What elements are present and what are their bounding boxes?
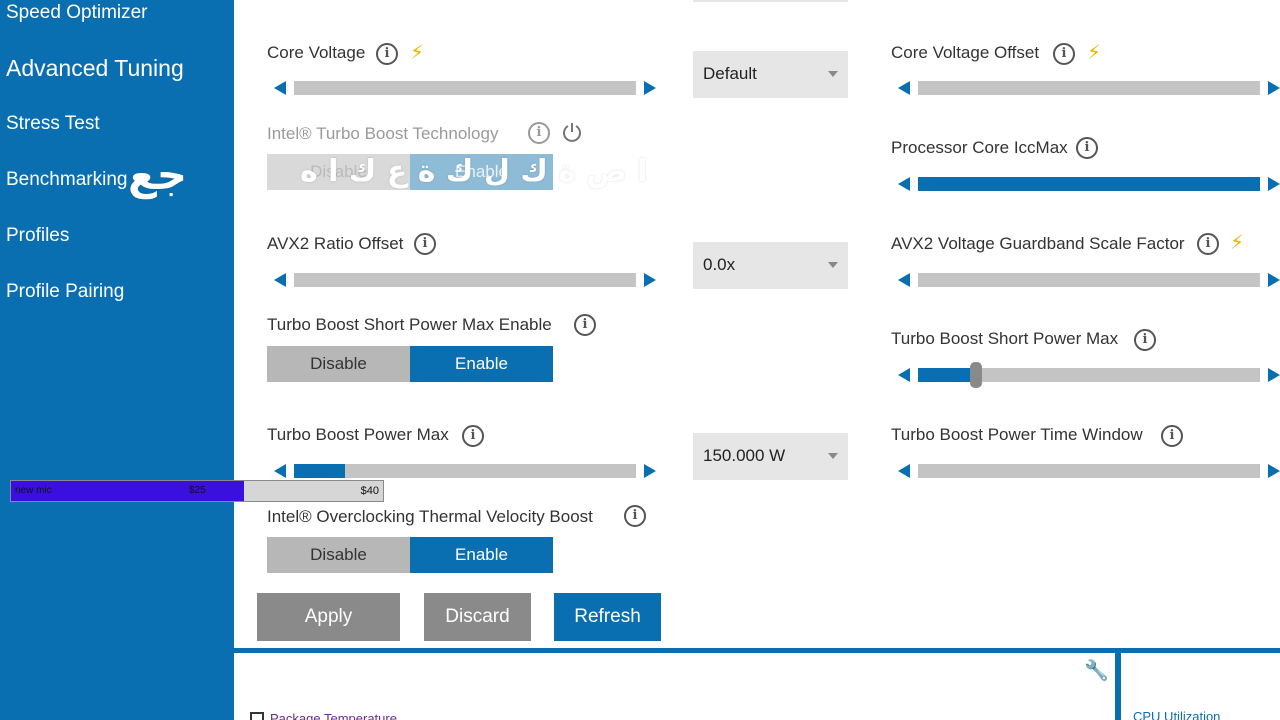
sidebar-item-profiles[interactable]: Profiles (6, 225, 69, 247)
donation-goal: $40 (360, 485, 379, 497)
arrow-right-icon[interactable] (1268, 177, 1280, 191)
ocvb-label: Intel® Overclocking Thermal Velocity Boo… (267, 507, 593, 526)
package-temperature-checkbox[interactable] (250, 712, 264, 720)
slider-track[interactable] (918, 177, 1260, 191)
core-voltage-label: Core Voltage (267, 43, 366, 62)
sidebar-overlay-text: جع (128, 150, 187, 199)
arrow-left-icon[interactable] (898, 273, 910, 287)
arrow-left-icon[interactable] (898, 368, 910, 382)
info-icon[interactable]: i (1161, 425, 1183, 447)
dropdown-caret-icon (828, 262, 838, 268)
dropdown-caret-icon (828, 453, 838, 459)
turbo-power-max-dropdown[interactable]: 150.000 W (693, 433, 848, 480)
avx2-voltage-guardband-slider[interactable] (898, 272, 1280, 288)
enable-option[interactable]: Enable (410, 537, 553, 573)
arrow-left-icon[interactable] (274, 273, 286, 287)
turbo-power-time-window-slider[interactable] (898, 463, 1280, 479)
arrow-right-icon[interactable] (644, 81, 656, 95)
dropdown-caret-icon (828, 71, 838, 77)
info-icon[interactable]: i (414, 233, 436, 255)
core-voltage-offset-slider[interactable] (898, 80, 1280, 96)
slider-track[interactable] (294, 81, 636, 95)
info-icon[interactable]: i (1053, 43, 1075, 65)
sidebar-item-profile-pairing[interactable]: Profile Pairing (6, 281, 124, 303)
processor-core-iccmax-slider[interactable] (898, 176, 1280, 192)
arrow-right-icon[interactable] (1268, 368, 1280, 382)
top-dropdown-edge (693, 0, 848, 2)
sidebar-item-speed-optimizer[interactable]: Speed Optimizer (6, 2, 148, 24)
discard-button[interactable]: Discard (424, 593, 531, 641)
disable-option[interactable]: Disable (267, 537, 410, 573)
lightning-icon: ⚡ (1230, 232, 1245, 254)
avx2-ratio-offset-label: AVX2 Ratio Offset (267, 234, 404, 253)
slider-track[interactable] (294, 273, 636, 287)
arrow-right-icon[interactable] (644, 273, 656, 287)
info-icon[interactable]: i (528, 122, 550, 144)
info-icon[interactable]: i (1197, 233, 1219, 255)
slider-track[interactable] (918, 464, 1260, 478)
arrow-left-icon[interactable] (274, 81, 286, 95)
slider-track[interactable] (918, 81, 1260, 95)
info-icon[interactable]: i (462, 425, 484, 447)
arrow-left-icon[interactable] (898, 177, 910, 191)
turbo-power-time-window-label: Turbo Boost Power Time Window (891, 425, 1143, 444)
lightning-icon: ⚡ (1087, 42, 1102, 64)
sidebar-item-stress-test[interactable]: Stress Test (6, 113, 100, 135)
slider-fill (918, 368, 977, 382)
cpu-utilization-label: CPU Utilization (1133, 709, 1221, 720)
avx2-ratio-offset-dropdown[interactable]: 0.0x (693, 242, 848, 289)
ocvb-toggle[interactable]: Disable Enable (267, 537, 553, 573)
turbo-short-power-max-slider[interactable] (898, 362, 1280, 388)
refresh-button[interactable]: Refresh (554, 593, 661, 641)
arrow-right-icon[interactable] (1268, 464, 1280, 478)
info-icon[interactable]: i (376, 43, 398, 65)
processor-core-iccmax-label: Processor Core IccMax (891, 138, 1068, 157)
slider-fill (294, 464, 346, 478)
turbo-power-max-slider[interactable] (274, 463, 656, 479)
core-voltage-offset-label: Core Voltage Offset (891, 43, 1040, 62)
power-icon (563, 123, 581, 142)
turbo-short-power-max-enable-toggle[interactable]: Disable Enable (267, 346, 553, 382)
arrow-left-icon[interactable] (274, 464, 286, 478)
monitor-separator (1115, 653, 1121, 720)
dropdown-value: Default (703, 64, 757, 83)
wrench-icon[interactable]: 🔧 (1084, 658, 1109, 683)
info-icon[interactable]: i (1134, 329, 1156, 351)
turbo-short-power-max-label: Turbo Boost Short Power Max (891, 329, 1119, 348)
arrow-left-icon[interactable] (898, 81, 910, 95)
enable-option[interactable]: Enable (410, 346, 553, 382)
arrow-right-icon[interactable] (644, 464, 656, 478)
apply-button[interactable]: Apply (257, 593, 400, 641)
monitoring-panel (234, 653, 1280, 720)
core-voltage-dropdown[interactable]: Default (693, 51, 848, 98)
disable-option[interactable]: Disable (267, 346, 410, 382)
lightning-icon: ⚡ (410, 42, 425, 64)
arrow-right-icon[interactable] (1268, 81, 1280, 95)
turbo-power-max-label: Turbo Boost Power Max (267, 425, 449, 444)
slider-track[interactable] (918, 273, 1260, 287)
sidebar-item-advanced-tuning[interactable]: Advanced Tuning (6, 55, 184, 82)
turbo-short-power-max-enable-label: Turbo Boost Short Power Max Enable (267, 315, 552, 334)
slider-thumb[interactable] (970, 362, 983, 388)
info-icon[interactable]: i (624, 505, 646, 527)
dropdown-value: 150.000 W (703, 446, 786, 465)
donation-name: new mic (15, 485, 52, 496)
avx2-voltage-guardband-label: AVX2 Voltage Guardband Scale Factor (891, 234, 1185, 253)
slider-track[interactable] (294, 464, 636, 478)
dropdown-value: 0.0x (703, 255, 736, 274)
arrow-right-icon[interactable] (1268, 273, 1280, 287)
toggle-overlay-text: ا ص ة ك ل ك ة ع ك ا ه (300, 154, 648, 189)
arrow-left-icon[interactable] (898, 464, 910, 478)
package-temperature-label: Package Temperature (270, 711, 397, 720)
turbo-boost-technology-label: Intel® Turbo Boost Technology (267, 124, 499, 143)
avx2-ratio-offset-slider[interactable] (274, 272, 656, 288)
sidebar: Speed Optimizer Advanced Tuning Stress T… (0, 0, 234, 720)
donation-progress-bar: new mic $25 $40 (10, 480, 384, 502)
sidebar-item-benchmarking[interactable]: Benchmarking (6, 169, 127, 191)
info-icon[interactable]: i (574, 314, 596, 336)
donation-current: $25 (189, 485, 206, 496)
core-voltage-slider[interactable] (274, 80, 656, 96)
slider-track[interactable] (918, 362, 1260, 388)
info-icon[interactable]: i (1076, 137, 1098, 159)
